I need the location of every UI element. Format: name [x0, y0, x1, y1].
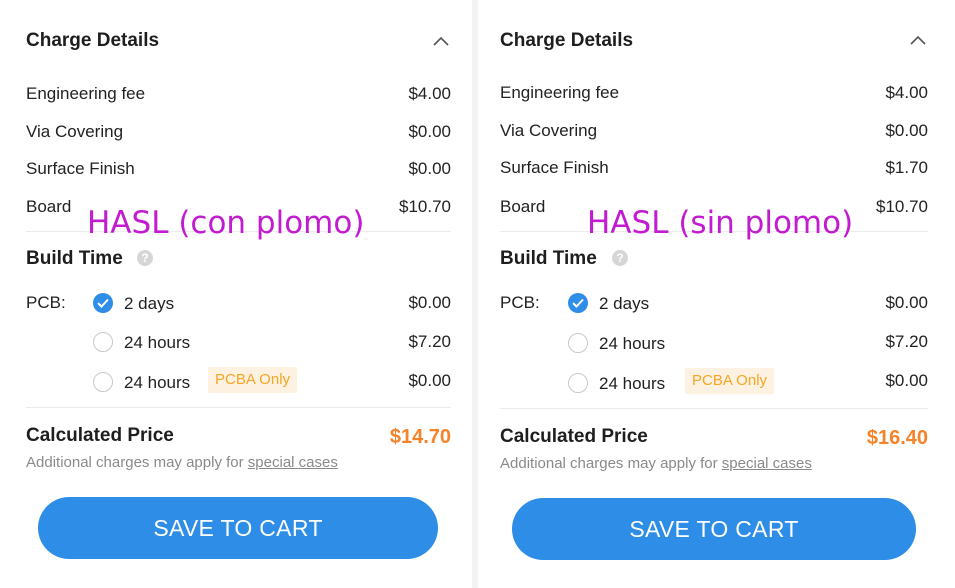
option-label-24-hours: 24 hours [599, 334, 666, 353]
option-label-24-hours-pcba: 24 hours [124, 373, 191, 392]
fee-price-via-covering: $0.00 [885, 121, 928, 140]
option-price-24-hours-pcba: $0.00 [408, 371, 451, 390]
help-circle-icon[interactable]: ? [612, 250, 628, 266]
save-to-cart-button[interactable]: SAVE TO CART [512, 498, 916, 560]
radio-2-days[interactable] [93, 293, 113, 313]
additional-charges-note: Additional charges may apply for special… [500, 455, 812, 472]
option-price-24-hours: $7.20 [408, 332, 451, 351]
fee-price-engineering: $4.00 [408, 84, 451, 103]
radio-24-hours[interactable] [93, 332, 113, 352]
pcb-label: PCB: [500, 293, 540, 312]
option-label-2-days: 2 days [599, 294, 650, 313]
calculated-price-value: $16.40 [866, 427, 928, 449]
pcba-only-badge: PCBA Only [208, 367, 298, 393]
note-text: Additional charges may apply for [500, 455, 718, 472]
additional-charges-note: Additional charges may apply for special… [26, 454, 338, 471]
fee-price-engineering: $4.00 [885, 83, 928, 102]
fee-label-via-covering: Via Covering [500, 121, 598, 140]
charge-details-panel-left: Charge Details Engineering fee $4.00 Via… [0, 0, 472, 588]
fee-price-board: $10.70 [399, 197, 451, 216]
divider [500, 408, 928, 409]
calculated-price-value: $14.70 [389, 426, 451, 448]
radio-24-hours[interactable] [568, 333, 588, 353]
fee-label-via-covering: Via Covering [26, 122, 124, 141]
calculated-price-label: Calculated Price [500, 426, 648, 447]
help-circle-icon[interactable]: ? [137, 250, 153, 266]
overlay-annotation: HASL (sin plomo) [587, 205, 854, 241]
fee-label-surface-finish: Surface Finish [500, 158, 609, 177]
fee-label-engineering: Engineering fee [26, 84, 146, 103]
fee-label-surface-finish: Surface Finish [26, 159, 135, 178]
charge-details-title: Charge Details [26, 30, 160, 51]
check-icon [572, 298, 584, 308]
fee-label-board: Board [500, 197, 546, 216]
note-text: Additional charges may apply for [26, 454, 244, 471]
option-label-24-hours-pcba: 24 hours [599, 374, 666, 393]
check-icon [97, 298, 109, 308]
option-price-2-days: $0.00 [408, 293, 451, 312]
pcba-only-badge: PCBA Only [685, 368, 775, 394]
special-cases-link[interactable]: special cases [248, 454, 338, 471]
charge-details-panel-right: Charge Details Engineering fee $4.00 Via… [478, 0, 955, 588]
radio-24-hours-pcba[interactable] [93, 372, 113, 392]
fee-price-via-covering: $0.00 [408, 122, 451, 141]
option-price-24-hours-pcba: $0.00 [885, 371, 928, 390]
pcb-label: PCB: [26, 293, 66, 312]
calculated-price-label: Calculated Price [26, 425, 174, 446]
option-price-24-hours: $7.20 [885, 332, 928, 351]
option-label-24-hours: 24 hours [124, 333, 191, 352]
chevron-up-icon[interactable] [909, 33, 927, 47]
build-time-title: Build Time [26, 248, 123, 269]
overlay-annotation: HASL (con plomo) [87, 205, 365, 241]
fee-label-engineering: Engineering fee [500, 83, 620, 102]
special-cases-link[interactable]: special cases [722, 455, 812, 472]
option-price-2-days: $0.00 [885, 293, 928, 312]
fee-label-board: Board [26, 197, 72, 216]
save-to-cart-button[interactable]: SAVE TO CART [38, 497, 438, 559]
build-time-title: Build Time [500, 248, 597, 269]
fee-price-surface-finish: $1.70 [885, 158, 928, 177]
radio-2-days[interactable] [568, 293, 588, 313]
divider [26, 407, 451, 408]
option-label-2-days: 2 days [124, 294, 175, 313]
charge-details-title: Charge Details [500, 30, 634, 51]
fee-price-surface-finish: $0.00 [408, 159, 451, 178]
radio-24-hours-pcba[interactable] [568, 373, 588, 393]
chevron-up-icon[interactable] [432, 34, 450, 48]
